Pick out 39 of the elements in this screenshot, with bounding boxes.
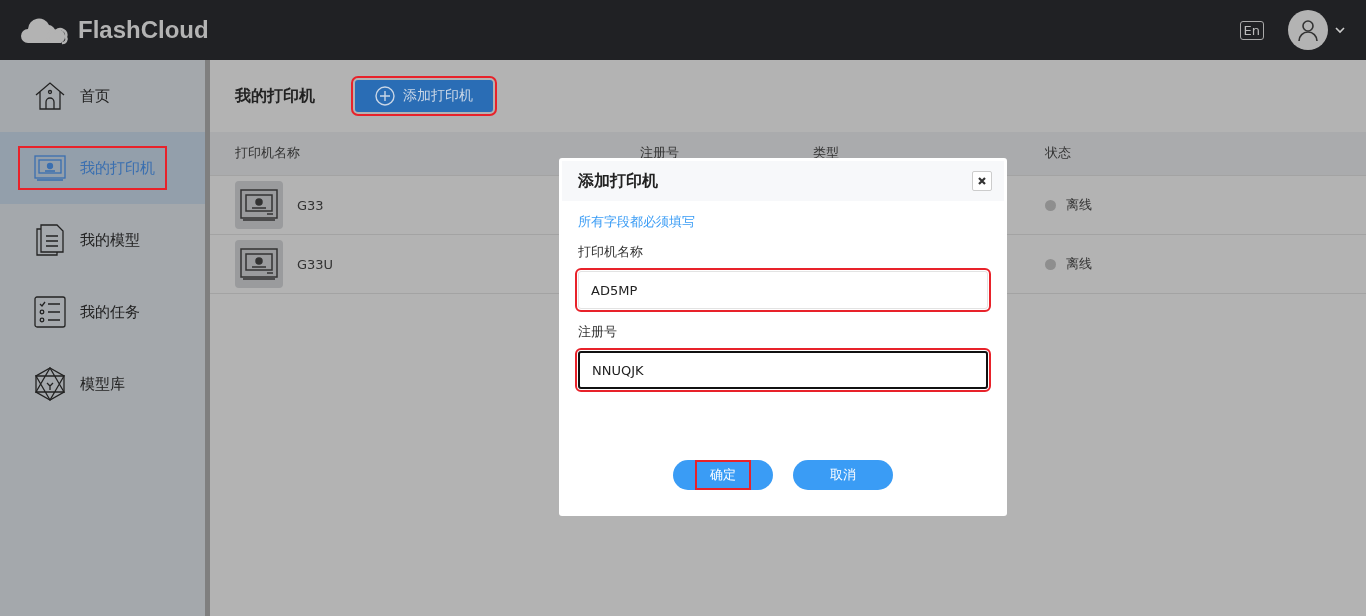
sidebar-item[interactable]: 模型库 <box>0 348 205 420</box>
plus-icon <box>375 86 395 106</box>
column-header: 打印机名称 <box>235 144 301 162</box>
sidebar-label: 模型库 <box>80 374 125 394</box>
field-label: 打印机名称 <box>578 243 644 261</box>
printer-icon <box>34 154 66 182</box>
status-dot <box>1045 199 1056 211</box>
status-dot <box>1045 258 1056 270</box>
close-button[interactable] <box>972 171 992 191</box>
user-avatar[interactable] <box>1288 10 1328 50</box>
app-logo: FlashCloud <box>78 16 209 44</box>
sidebar-item[interactable]: 我的任务 <box>0 276 205 348</box>
input-field[interactable]: AD5MP <box>578 271 988 309</box>
status-text: 离线 <box>1066 255 1092 273</box>
required-note: 所有字段都必须填写 <box>578 213 696 231</box>
documents-icon <box>34 224 66 256</box>
checklist-icon <box>34 296 66 328</box>
sidebar-label: 我的模型 <box>80 230 140 250</box>
house-icon <box>34 81 66 111</box>
status-text: 离线 <box>1066 196 1092 214</box>
printer-icon <box>239 188 279 222</box>
caret-icon[interactable] <box>1334 26 1346 34</box>
column-header: 状态 <box>1045 144 1072 162</box>
close-icon <box>977 176 987 186</box>
sidebar-label: 我的任务 <box>80 302 140 322</box>
sidebar-label: 首页 <box>80 86 110 106</box>
sidebar-item[interactable]: 首页 <box>0 60 205 132</box>
page-title: 我的打印机 <box>235 85 315 107</box>
printer-icon <box>239 247 279 281</box>
dialog-title: 添加打印机 <box>578 170 658 192</box>
printer-name: G33U <box>297 256 334 272</box>
field-label: 注册号 <box>578 323 618 341</box>
polyhedron-icon <box>34 367 66 401</box>
sidebar-item[interactable]: 我的模型 <box>0 204 205 276</box>
printer-name: G33 <box>297 197 324 213</box>
language-button[interactable]: En <box>1239 20 1264 40</box>
sidebar-label: 我的打印机 <box>80 158 155 178</box>
input-field[interactable]: NNUQJK <box>578 351 988 389</box>
column-header: 类型 <box>813 144 840 162</box>
